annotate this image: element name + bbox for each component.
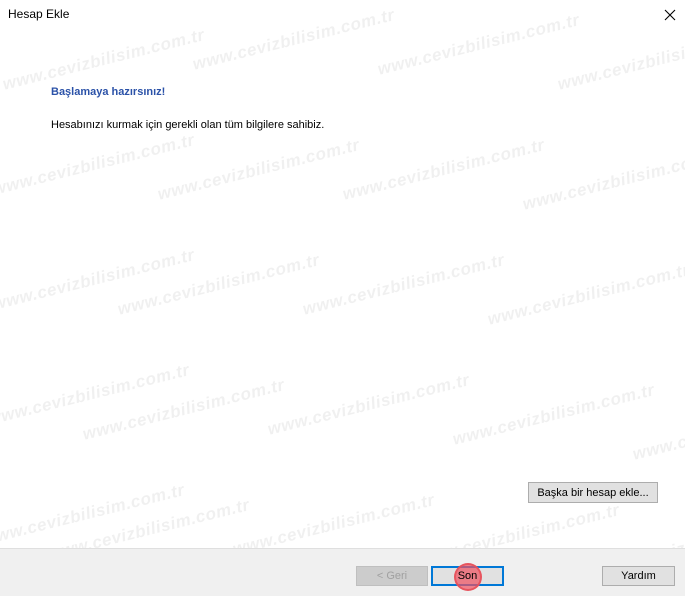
- watermark-text: www.cevizbilisim.com.tr: [0, 245, 197, 314]
- watermark-text: www.cevizbilisim.com.tr: [0, 480, 187, 549]
- watermark-text: www.cevizbilisim.com.tr: [300, 250, 507, 319]
- watermark-text: www.cevizbilisim.com.tr: [0, 25, 207, 94]
- window-title: Hesap Ekle: [8, 7, 70, 21]
- watermark-text: www.cevizbilisim.com.tr: [0, 360, 192, 429]
- close-icon: [664, 9, 676, 21]
- watermark-text: www.cevizbilisim.com.tr: [555, 25, 685, 94]
- dialog-footer: < Geri Son Yardım: [0, 548, 685, 596]
- watermark-text: www.cevizbilisim.com.tr: [520, 145, 685, 214]
- watermark-text: www.cevizbilisim.com.tr: [155, 135, 362, 204]
- finish-button[interactable]: Son: [431, 566, 504, 586]
- watermark-text: www.cevizbilisim.com.tr: [630, 395, 685, 464]
- add-account-dialog: www.cevizbilisim.com.tr www.cevizbilisim…: [0, 0, 685, 596]
- page-heading: Başlamaya hazırsınız!: [51, 86, 166, 98]
- help-button[interactable]: Yardım: [602, 566, 675, 586]
- title-bar: Hesap Ekle: [0, 0, 685, 30]
- watermark-text: www.cevizbilisim.com.tr: [450, 380, 657, 449]
- watermark-text: www.cevizbilisim.com.tr: [115, 250, 322, 319]
- back-button[interactable]: < Geri: [356, 566, 428, 586]
- finish-button-label: Son: [457, 570, 478, 582]
- add-another-account-button[interactable]: Başka bir hesap ekle...: [528, 482, 658, 503]
- watermark-text: www.cevizbilisim.com.tr: [485, 260, 685, 329]
- watermark-text: www.cevizbilisim.com.tr: [0, 130, 197, 199]
- watermark-text: www.cevizbilisim.com.tr: [340, 135, 547, 204]
- help-button-label: Yardım: [621, 570, 656, 582]
- watermark-text: www.cevizbilisim.com.tr: [80, 375, 287, 444]
- back-button-label: < Geri: [376, 570, 408, 582]
- setup-message: Hesabınızı kurmak için gerekli olan tüm …: [51, 119, 325, 131]
- close-button[interactable]: [655, 0, 685, 30]
- watermark-text: www.cevizbilisim.com.tr: [265, 370, 472, 439]
- add-another-account-label: Başka bir hesap ekle...: [537, 486, 649, 499]
